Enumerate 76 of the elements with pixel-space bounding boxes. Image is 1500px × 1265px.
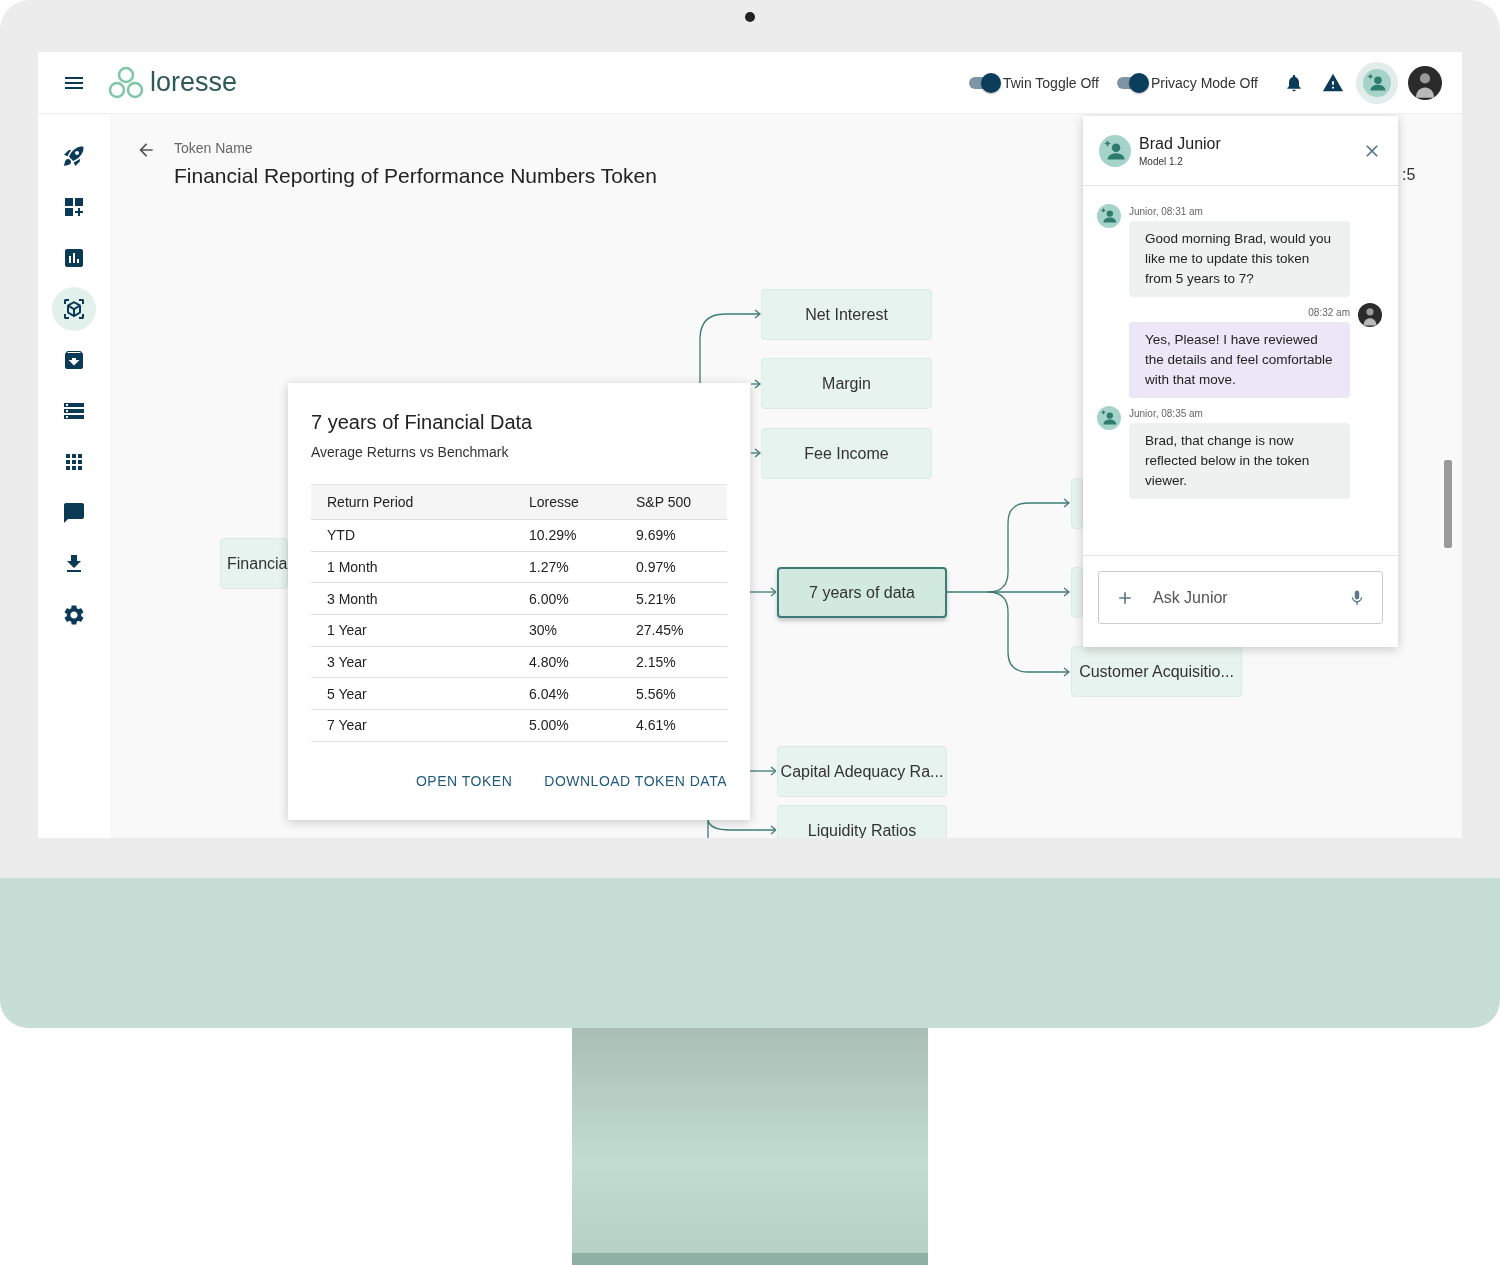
toggle-switch[interactable]: Twin Toggle Off xyxy=(968,74,1099,91)
table-cell: 5.21% xyxy=(620,582,727,615)
diagram-node[interactable] xyxy=(1071,478,1083,529)
diagram-node[interactable]: Customer Acquisitio... xyxy=(1071,646,1242,697)
table-cell: 1.27% xyxy=(513,551,620,583)
bar-chart-icon xyxy=(62,246,86,270)
user-avatar xyxy=(1358,303,1382,327)
message-meta: 08:32 am xyxy=(1308,307,1350,318)
text-button[interactable]: DOWNLOAD TOKEN DATA xyxy=(544,772,727,789)
connector-arrow xyxy=(750,448,761,458)
diagram-node[interactable]: Liquidity Ratios xyxy=(777,805,947,838)
table-cell: 30% xyxy=(513,614,620,647)
webcam-dot xyxy=(745,12,755,22)
page-title: Financial Reporting of Performance Numbers Token xyxy=(174,164,657,188)
connector-arrow xyxy=(749,766,776,776)
logo-text: loresse xyxy=(150,67,238,98)
diagram-node[interactable]: Financia xyxy=(220,538,288,589)
bell-icon[interactable] xyxy=(1284,72,1304,93)
logo-icon xyxy=(108,65,144,100)
gear-icon xyxy=(62,603,86,627)
assistant-avatar xyxy=(1097,406,1121,430)
message-bubble: Brad, that change is now reflected below in the token viewer. xyxy=(1129,423,1350,499)
table-cell: 10.29% xyxy=(513,519,620,552)
column-header: Loresse xyxy=(513,484,620,520)
sidebar-item[interactable] xyxy=(52,287,96,331)
column-header: Return Period xyxy=(311,484,513,520)
toggle-switch[interactable]: Privacy Mode Off xyxy=(1116,74,1258,91)
table-cell: 7 Year xyxy=(311,709,513,742)
assistant-button[interactable] xyxy=(1356,61,1398,104)
table-cell: 2.15% xyxy=(620,646,727,678)
table-cell: 5.00% xyxy=(513,709,620,742)
connector-arrow xyxy=(707,819,776,838)
cube-icon xyxy=(62,297,86,321)
table-cell: 5.56% xyxy=(620,677,727,710)
message-meta: Junior, 08:31 am xyxy=(1129,206,1203,217)
column-header: S&P 500 xyxy=(620,484,727,520)
breadcrumb: Token Name xyxy=(174,140,254,156)
diagram-node[interactable]: Net Interest xyxy=(761,289,932,340)
diagram-node[interactable]: Fee Income xyxy=(761,428,932,479)
message-meta: Junior, 08:35 am xyxy=(1129,408,1203,419)
model-label: Model 1.2 xyxy=(1139,155,1184,167)
chat-icon xyxy=(62,501,86,525)
table-cell: 0.97% xyxy=(620,551,727,583)
partial-text: :5 xyxy=(1402,166,1416,184)
table-cell: 1 Year xyxy=(311,614,513,647)
scrollbar-thumb[interactable] xyxy=(1444,460,1452,548)
diagram-node[interactable]: Margin xyxy=(761,358,932,409)
popup-subtitle: Average Returns vs Benchmark xyxy=(311,444,510,460)
connector-arrow xyxy=(749,587,776,597)
diagram-node[interactable]: Capital Adequacy Ra... xyxy=(777,746,947,797)
table-cell: 9.69% xyxy=(620,519,727,552)
dashboard-icon xyxy=(62,195,86,219)
message-bubble: Yes, Please! I have reviewed the details and feel comfortable with that move. xyxy=(1129,322,1350,398)
assistant-avatar xyxy=(1099,134,1131,167)
table-cell: 6.04% xyxy=(513,677,620,710)
rocket-icon xyxy=(62,144,86,168)
table-cell: 1 Month xyxy=(311,551,513,583)
text-button[interactable]: OPEN TOKEN xyxy=(416,772,513,789)
table-cell: 4.61% xyxy=(620,709,727,742)
popup-title: 7 years of Financial Data xyxy=(311,411,534,434)
table-cell: YTD xyxy=(311,519,513,552)
message-bubble: Good morning Brad, would you like me to update this token from 5 years to 7? xyxy=(1129,221,1350,297)
message-input[interactable]: Ask Junior xyxy=(1151,587,1332,608)
table-cell: 4.80% xyxy=(513,646,620,678)
table-cell: 3 Year xyxy=(311,646,513,678)
archive-icon xyxy=(62,348,86,372)
user-avatar xyxy=(1408,65,1442,100)
diagram-node[interactable]: 7 years of data xyxy=(777,567,947,618)
table-cell: 27.45% xyxy=(620,614,727,647)
assistant-name: Brad Junior xyxy=(1139,134,1222,153)
table-cell: 6.00% xyxy=(513,582,620,615)
table-cell: 3 Month xyxy=(311,582,513,615)
table-cell: 5 Year xyxy=(311,677,513,710)
diagram-node[interactable] xyxy=(1071,567,1083,618)
assistant-icon xyxy=(1363,68,1391,97)
assistant-avatar xyxy=(1097,204,1121,228)
